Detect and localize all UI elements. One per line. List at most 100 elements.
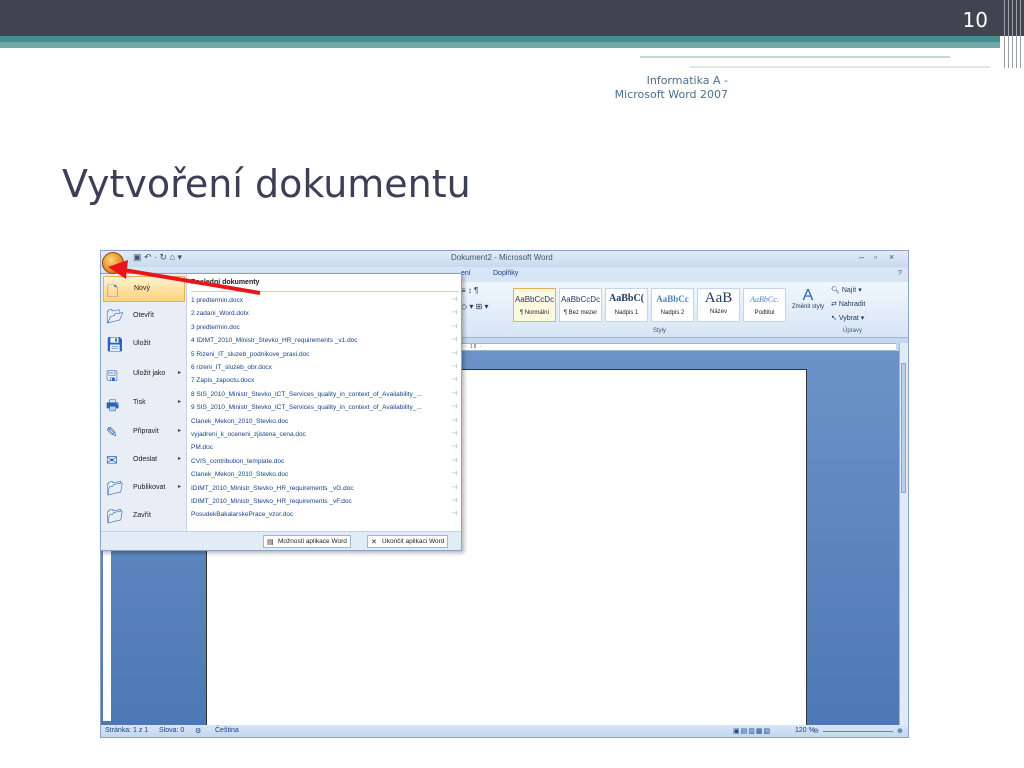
zoom-slider[interactable] bbox=[823, 731, 893, 732]
submenu-arrow-icon: ▸ bbox=[177, 370, 181, 376]
recent-document-item[interactable]: 8 SIS_2010_Ministr_Stevko_ICT_Services_q… bbox=[191, 390, 459, 402]
menu-item-publikovat[interactable]: 📁︎ Publikovat ▸ bbox=[103, 476, 185, 502]
shading-border-icons[interactable]: ◇ ▾ ⊞ ▾ bbox=[461, 302, 489, 311]
change-styles-icon: A bbox=[802, 287, 814, 304]
minimize-icon[interactable]: – bbox=[859, 252, 864, 262]
recent-document-item[interactable]: vyjadreni_k_oceneni_zjistena_cena.doc ⊣ bbox=[191, 430, 459, 442]
tab-addins[interactable]: Doplňky bbox=[493, 270, 518, 277]
pin-icon[interactable]: ⊣ bbox=[452, 309, 457, 316]
submenu-arrow-icon: ▸ bbox=[177, 484, 181, 490]
style-heading-1[interactable]: AaBbC( Nadpis 1 bbox=[605, 288, 648, 322]
pin-icon[interactable]: ⊣ bbox=[452, 376, 457, 383]
group-label-editing: Úpravy bbox=[843, 328, 863, 334]
zoom-level[interactable]: 120 % bbox=[795, 727, 815, 734]
options-icon: ▤ bbox=[267, 539, 274, 546]
pin-icon[interactable]: ⊣ bbox=[452, 457, 457, 464]
menu-item-zavřít[interactable]: 📁︎ Zavřít bbox=[103, 504, 185, 530]
recent-document-item[interactable]: Clanek_Mekon_2010_Stevko.doc ⊣ bbox=[191, 470, 459, 482]
menu-item-uložit-jako[interactable]: 🖫︎ Uložit jako ▸ bbox=[103, 362, 185, 388]
paragraph-format-icons[interactable]: ≡ ↕ ¶ bbox=[461, 286, 478, 295]
restore-icon[interactable]: ▫ bbox=[874, 252, 877, 262]
pin-icon[interactable]: ⊣ bbox=[452, 470, 457, 477]
open-folder-icon: 📂︎ bbox=[106, 308, 124, 324]
status-words[interactable]: Slova: 0 bbox=[159, 727, 184, 734]
word-options-button[interactable]: ▤ Možnosti aplikace Word bbox=[263, 535, 351, 548]
zoom-out-icon[interactable]: ⊖ bbox=[813, 727, 819, 735]
help-icon[interactable]: ? bbox=[898, 270, 902, 277]
recent-document-item[interactable]: 1 predtermin.docx ⊣ bbox=[191, 296, 459, 308]
pin-icon[interactable]: ⊣ bbox=[452, 484, 457, 491]
menu-item-připravit[interactable]: ✎ Připravit ▸ bbox=[103, 420, 185, 446]
pin-icon[interactable]: ⊣ bbox=[452, 350, 457, 357]
pin-icon[interactable]: ⊣ bbox=[452, 390, 457, 397]
pin-icon[interactable]: ⊣ bbox=[452, 430, 457, 437]
save-icon: 💾︎ bbox=[106, 336, 124, 352]
menu-item-otevřít[interactable]: 📂︎ Otevřít bbox=[103, 304, 185, 330]
recent-document-item[interactable]: IDIMT_2010_Ministr_Stevko_HR_requirement… bbox=[191, 497, 459, 509]
find-button[interactable]: 🔍︎ Najít ▾ bbox=[831, 286, 862, 294]
submenu-arrow-icon: ▸ bbox=[177, 399, 181, 405]
style-subtitle[interactable]: AaBbCc. Podtitul bbox=[743, 288, 786, 322]
pin-icon[interactable]: ⊣ bbox=[452, 417, 457, 424]
status-language[interactable]: Čeština bbox=[215, 727, 239, 734]
style-no-spacing[interactable]: AaBbCcDc ¶ Bez mezer bbox=[559, 288, 602, 322]
tab-references[interactable]: ení bbox=[461, 270, 471, 277]
recent-document-name: IDIMT_2010_Ministr_Stevko_HR_requirement… bbox=[191, 498, 352, 505]
office-menu: 🗋︎ Nový 📂︎ Otevřít 💾︎ Uložit 🖫︎ Uložit jako ▸ 🖶︎ T… bbox=[100, 273, 462, 551]
recent-document-item[interactable]: PM.doc ⊣ bbox=[191, 443, 459, 455]
view-buttons[interactable]: ▣▤▥▦▧ bbox=[733, 727, 771, 735]
recent-document-item[interactable]: 2 zadani_Word.dotx ⊣ bbox=[191, 309, 459, 321]
quick-access-toolbar-icons[interactable]: ▣ ↶ · ↻ ⌂ ▾ bbox=[133, 252, 182, 263]
pin-icon[interactable]: ⊣ bbox=[452, 336, 457, 343]
recent-document-item[interactable]: Clanek_Mekon_2010_Stevko.doc ⊣ bbox=[191, 417, 459, 429]
new-document-icon: 🗋︎ bbox=[107, 283, 119, 299]
word-window-title: Dokument2 - Microsoft Word bbox=[451, 253, 553, 262]
replace-button[interactable]: ⇄ Nahradit bbox=[831, 300, 865, 308]
menu-item-nový[interactable]: 🗋︎ Nový bbox=[103, 276, 185, 302]
recent-document-item[interactable]: PosudekBakalarskePrace_vzor.doc ⊣ bbox=[191, 510, 459, 522]
style-title[interactable]: AaB Název bbox=[697, 288, 740, 322]
word-title-bar: ▣ ↶ · ↻ ⌂ ▾ Dokument2 - Microsoft Word –… bbox=[101, 251, 908, 267]
recent-document-item[interactable]: CVIS_contribution_template.doc ⊣ bbox=[191, 457, 459, 469]
style-heading-2[interactable]: AaBbCc Nadpis 2 bbox=[651, 288, 694, 322]
exit-word-button[interactable]: ✕ Ukončit aplikaci Word bbox=[367, 535, 449, 548]
pin-icon[interactable]: ⊣ bbox=[452, 323, 457, 330]
slide-title: Vytvoření dokumentu bbox=[62, 162, 471, 206]
pin-icon[interactable]: ⊣ bbox=[452, 363, 457, 370]
menu-item-uložit[interactable]: 💾︎ Uložit bbox=[103, 332, 185, 358]
pin-icon[interactable]: ⊣ bbox=[452, 296, 457, 303]
menu-item-label: Otevřít bbox=[133, 312, 155, 319]
close-icon[interactable]: × bbox=[889, 252, 894, 262]
scrollbar-thumb[interactable] bbox=[901, 363, 906, 493]
pin-icon[interactable]: ⊣ bbox=[452, 497, 457, 504]
recent-document-name: 5 Rizeni_IT_sluzeb_podnikove_praxi.doc bbox=[191, 350, 310, 358]
close-folder-icon: 📁︎ bbox=[106, 508, 124, 524]
menu-item-tisk[interactable]: 🖶︎ Tisk ▸ bbox=[103, 391, 185, 417]
recent-document-name: IDIMT_2010_Ministr_Stevko_HR_requirement… bbox=[191, 484, 354, 492]
print-icon: 🖶︎ bbox=[106, 397, 120, 413]
pin-icon[interactable]: ⊣ bbox=[452, 403, 457, 410]
proofing-icon[interactable]: ⚙ bbox=[195, 727, 201, 735]
change-styles-button[interactable]: A Změnit styly bbox=[791, 287, 825, 311]
select-button[interactable]: ↖ Vybrat ▾ bbox=[831, 314, 864, 322]
prepare-icon: ✎ bbox=[106, 424, 118, 440]
office-button[interactable] bbox=[102, 252, 124, 274]
recent-document-item[interactable]: 9 SIS_2010_Ministr_Stevko_ICT_Services_q… bbox=[191, 403, 459, 415]
recent-document-item[interactable]: 4 IDIMT_2010_Ministr_Stevko_HR_requireme… bbox=[191, 336, 459, 348]
recent-document-item[interactable]: 7 Zapis_zapoctu.docx ⊣ bbox=[191, 376, 459, 388]
pin-icon[interactable]: ⊣ bbox=[452, 443, 457, 450]
menu-item-label: Odeslat bbox=[133, 456, 158, 463]
recent-document-item[interactable]: 6 rizeni_IT_sluzeb_obr.docx ⊣ bbox=[191, 363, 459, 375]
pin-icon[interactable]: ⊣ bbox=[452, 510, 457, 517]
status-page[interactable]: Stránka: 1 z 1 bbox=[105, 727, 148, 734]
style-normal[interactable]: AaBbCcDc ¶ Normální bbox=[513, 288, 556, 322]
group-label-styles: Styly bbox=[653, 328, 667, 334]
recent-document-item[interactable]: IDIMT_2010_Ministr_Stevko_HR_requirement… bbox=[191, 484, 459, 496]
recent-document-item[interactable]: 5 Rizeni_IT_sluzeb_podnikove_praxi.doc ⊣ bbox=[191, 350, 459, 362]
zoom-in-icon[interactable]: ⊕ bbox=[897, 727, 903, 735]
recent-document-name: PM.doc bbox=[191, 444, 214, 452]
recent-document-item[interactable]: 3 predtermin.doc ⊣ bbox=[191, 323, 459, 335]
menu-item-odeslat[interactable]: ✉ Odeslat ▸ bbox=[103, 448, 185, 474]
menu-item-label: Publikovat bbox=[133, 484, 166, 491]
publish-icon: 📁︎ bbox=[106, 480, 124, 496]
